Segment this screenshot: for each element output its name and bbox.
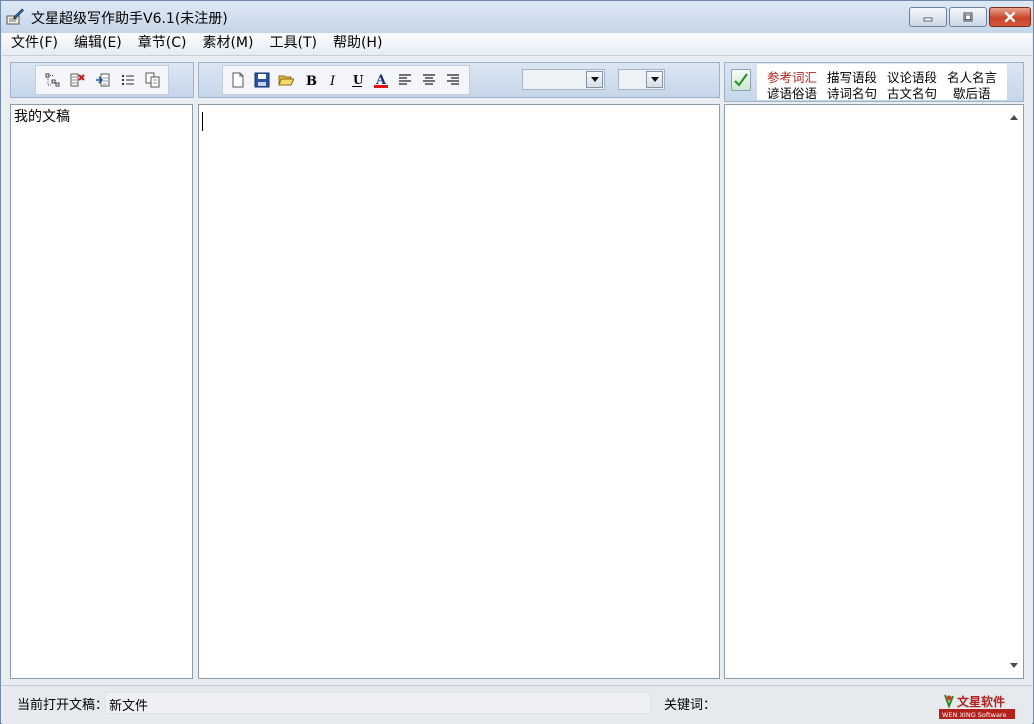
close-button[interactable] xyxy=(989,7,1031,27)
svg-text:I: I xyxy=(329,74,336,88)
size-select[interactable] xyxy=(618,69,665,90)
wenxing-logo: 文星软件 WEN XING Software xyxy=(939,692,1015,720)
menu-help[interactable]: 帮助(H) xyxy=(326,33,389,55)
material-tab-xiehouyu[interactable]: 歇后语 xyxy=(953,83,991,102)
menu-bar: 文件(F) 编辑(E) 章节(C) 素材(M) 工具(T) 帮助(H) xyxy=(2,33,1032,56)
italic-icon[interactable]: I xyxy=(324,71,342,89)
logo-text: 文星软件 xyxy=(957,694,1005,709)
app-pen-icon xyxy=(6,8,24,26)
new-file-icon[interactable] xyxy=(229,71,247,89)
current-doc-field: 新文件 xyxy=(105,692,651,714)
underline-icon[interactable]: U xyxy=(348,71,366,89)
material-tab-classical[interactable]: 古文名句 xyxy=(887,83,937,102)
material-tab-proverbs[interactable]: 谚语俗语 xyxy=(767,83,817,102)
add-chapter-icon[interactable] xyxy=(44,71,62,89)
tree-root-node[interactable]: 我的文稿 xyxy=(14,106,70,126)
minimize-button[interactable] xyxy=(909,7,947,27)
scroll-down-icon[interactable] xyxy=(1010,663,1018,668)
menu-file[interactable]: 文件(F) xyxy=(4,33,65,55)
chevron-down-icon[interactable] xyxy=(586,71,603,88)
list-icon[interactable] xyxy=(119,71,137,89)
save-icon[interactable] xyxy=(253,71,271,89)
delete-chapter-icon[interactable] xyxy=(69,71,87,89)
main-window: 文星超级写作助手V6.1(未注册) 文件(F) 编辑(E) 章节(C) 素材(M… xyxy=(0,0,1034,724)
logo-subtext: WEN XING Software xyxy=(942,711,1006,719)
vertical-scrollbar[interactable] xyxy=(1006,105,1023,678)
editor-area[interactable] xyxy=(198,104,720,679)
editor-toolbar: B I U A xyxy=(198,62,720,98)
chevron-down-icon[interactable] xyxy=(646,71,663,88)
font-select[interactable] xyxy=(522,69,605,90)
import-icon[interactable] xyxy=(94,71,112,89)
menu-edit[interactable]: 编辑(E) xyxy=(67,33,129,55)
font-color-icon[interactable]: A xyxy=(372,71,390,89)
window-title: 文星超级写作助手V6.1(未注册) xyxy=(31,11,228,27)
svg-text:B: B xyxy=(306,74,317,88)
align-center-icon[interactable] xyxy=(420,71,438,89)
material-tab-poetry[interactable]: 诗词名句 xyxy=(827,83,877,102)
copy-icon[interactable] xyxy=(144,71,162,89)
keyword-field[interactable] xyxy=(664,690,819,716)
text-caret xyxy=(202,112,203,131)
menu-tools[interactable]: 工具(T) xyxy=(262,33,323,55)
status-bar: 当前打开文稿： 新文件 关键词： 文星软件 WEN XING Software xyxy=(2,685,1032,724)
menu-material[interactable]: 素材(M) xyxy=(195,33,260,55)
maximize-button[interactable] xyxy=(949,7,987,27)
open-folder-icon[interactable] xyxy=(277,71,295,89)
scroll-up-icon[interactable] xyxy=(1010,115,1018,120)
align-left-icon[interactable] xyxy=(396,71,414,89)
materials-pane[interactable] xyxy=(724,104,1024,679)
menu-chapter[interactable]: 章节(C) xyxy=(131,33,194,55)
materials-toolbar: 参考词汇 描写语段 议论语段 名人名言 谚语俗语 诗词名句 古文名句 歇后语 xyxy=(724,62,1024,102)
current-doc-label: 当前打开文稿： xyxy=(17,698,109,713)
current-doc-value: 新文件 xyxy=(109,699,149,714)
outline-tree[interactable]: 我的文稿 xyxy=(10,104,193,679)
svg-text:U: U xyxy=(353,73,364,87)
title-bar[interactable]: 文星超级写作助手V6.1(未注册) xyxy=(1,1,1033,33)
align-right-icon[interactable] xyxy=(444,71,462,89)
outline-toolbar xyxy=(10,62,194,98)
check-icon[interactable] xyxy=(731,69,751,91)
bold-icon[interactable]: B xyxy=(301,71,319,89)
